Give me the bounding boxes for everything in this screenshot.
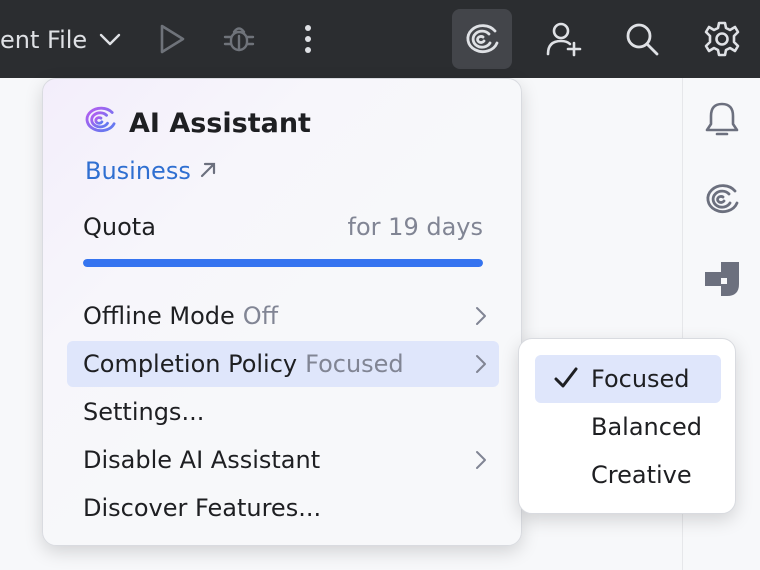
submenu-item-label: Creative (591, 461, 692, 489)
plan-link[interactable]: Business (85, 157, 217, 185)
settings-gear-icon[interactable] (692, 9, 752, 69)
quota-label: Quota (83, 213, 156, 241)
menu-item-value: Focused (305, 350, 404, 378)
submenu-item-creative[interactable]: Creative (535, 451, 721, 499)
submenu-item-balanced[interactable]: Balanced (535, 403, 721, 451)
completion-policy-submenu: Focused Balanced Creative (518, 338, 736, 514)
popup-header: AI Assistant (83, 105, 311, 142)
external-link-arrow-icon (199, 157, 217, 185)
menu-item-completion-policy[interactable]: Completion Policy Focused (67, 341, 499, 387)
run-icon[interactable] (142, 9, 202, 69)
checkmark-icon (553, 365, 579, 391)
menu-item-label: Settings... (83, 398, 205, 426)
chevron-right-icon (475, 450, 487, 470)
quota-days: for 19 days (347, 213, 483, 241)
quota-row: Quota for 19 days (83, 213, 483, 241)
chevron-right-icon (475, 354, 487, 374)
menu-item-discover-features[interactable]: Discover Features... (67, 485, 499, 531)
ai-assistant-logo-icon (83, 105, 117, 142)
menu-item-label: Completion Policy (83, 350, 298, 378)
more-vertical-icon[interactable] (278, 9, 338, 69)
menu-item-value: Off (242, 302, 279, 330)
chevron-right-icon (475, 306, 487, 326)
debug-icon[interactable] (209, 9, 269, 69)
search-icon[interactable] (612, 9, 672, 69)
menu-item-settings[interactable]: Settings... (67, 389, 499, 435)
ai-assistant-popup: AI Assistant Business Quota for 19 days … (42, 78, 522, 546)
plan-label: Business (85, 157, 191, 185)
submenu-item-label: Focused (591, 365, 690, 393)
chevron-down-icon (99, 33, 121, 47)
menu-item-label: Offline Mode (83, 302, 235, 330)
run-configuration-label: ent File (0, 26, 88, 54)
ai-assistant-icon[interactable] (701, 178, 743, 220)
ai-assistant-icon[interactable] (452, 9, 512, 69)
quota-progress-bar (83, 259, 483, 267)
menu-item-label: Discover Features... (83, 494, 322, 522)
submenu-item-label: Balanced (591, 413, 702, 441)
main-toolbar: ent File (0, 0, 760, 78)
notifications-bell-icon[interactable] (701, 98, 743, 140)
menu-item-disable-ai-assistant[interactable]: Disable AI Assistant (67, 437, 499, 483)
ai-chat-icon[interactable] (701, 258, 743, 300)
submenu-item-focused[interactable]: Focused (535, 355, 721, 403)
menu-item-offline-mode[interactable]: Offline Mode Off (67, 293, 499, 339)
run-configuration-selector[interactable]: ent File (0, 20, 121, 60)
add-user-icon[interactable] (534, 9, 594, 69)
popup-title: AI Assistant (129, 108, 311, 139)
quota-progress-fill (83, 259, 483, 267)
menu-item-label: Disable AI Assistant (83, 446, 321, 474)
